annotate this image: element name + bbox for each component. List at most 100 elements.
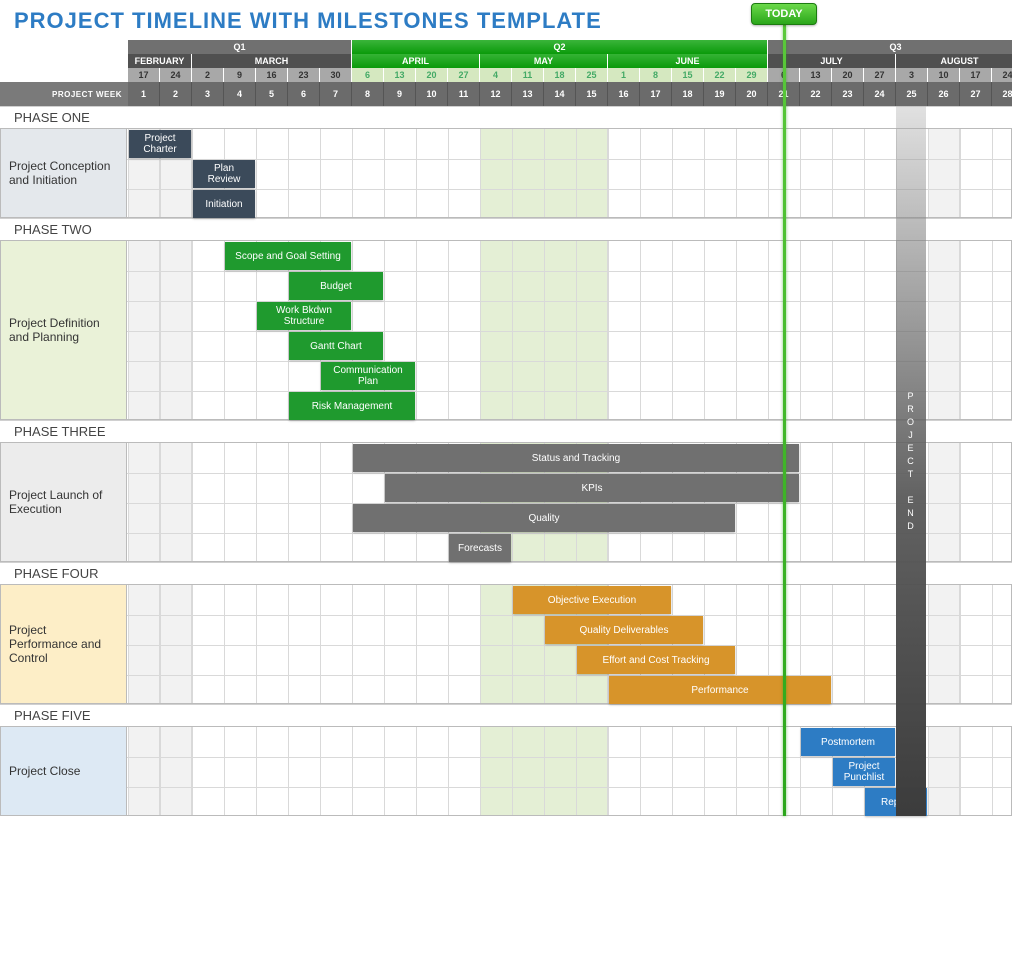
week-cell: 17: [640, 82, 672, 106]
date-cell: 24: [992, 68, 1012, 82]
phase-title: PHASE FOUR: [0, 562, 1012, 584]
date-cell: 25: [576, 68, 608, 82]
task-bar[interactable]: Postmortem: [801, 728, 895, 756]
phase-title: PHASE TWO: [0, 218, 1012, 240]
date-cell: 10: [928, 68, 960, 82]
week-cell: 11: [448, 82, 480, 106]
date-cell: 27: [448, 68, 480, 82]
date-cell: 27: [864, 68, 896, 82]
week-cell: 13: [512, 82, 544, 106]
date-cell: 20: [832, 68, 864, 82]
week-cell: 12: [480, 82, 512, 106]
date-cell: 17: [960, 68, 992, 82]
date-cell: 1: [608, 68, 640, 82]
task-bar[interactable]: Plan Review: [193, 160, 255, 188]
task-bar[interactable]: Performance: [609, 676, 831, 704]
header-quarters: Q1Q2Q3: [0, 40, 1012, 54]
month-cell: JULY: [768, 54, 896, 68]
week-cell: 20: [736, 82, 768, 106]
task-bar[interactable]: Scope and Goal Setting: [225, 242, 351, 270]
date-cell: 9: [224, 68, 256, 82]
quarter-cell: Q2: [352, 40, 768, 54]
task-bar[interactable]: Quality: [353, 504, 735, 532]
quarter-cell: Q3: [768, 40, 1012, 54]
project-week-label: PROJECT WEEK: [0, 82, 128, 106]
date-cell: 3: [896, 68, 928, 82]
week-cell: 26: [928, 82, 960, 106]
task-bar[interactable]: Project Punchlist: [833, 758, 895, 786]
section-label: Project Conception and Initiation: [1, 129, 127, 217]
phase-title: PHASE THREE: [0, 420, 1012, 442]
task-bar[interactable]: Gantt Chart: [289, 332, 383, 360]
task-bar[interactable]: Objective Execution: [513, 586, 671, 614]
task-bar[interactable]: Status and Tracking: [353, 444, 799, 472]
week-cell: 16: [608, 82, 640, 106]
task-bar[interactable]: Initiation: [193, 190, 255, 218]
date-cell: 13: [384, 68, 416, 82]
section-label: Project Close: [1, 727, 127, 815]
phase-section: Project Close PostmortemProject Punchlist…: [0, 726, 1012, 816]
date-cell: 11: [512, 68, 544, 82]
date-cell: 8: [640, 68, 672, 82]
timeline-body: PHASE ONEProject Conception and Initiati…: [0, 106, 1012, 816]
today-line: [783, 25, 786, 816]
date-cell: 15: [672, 68, 704, 82]
section-label: Project Performance and Control: [1, 585, 127, 703]
today-badge: TODAY: [751, 3, 817, 25]
week-cell: 9: [384, 82, 416, 106]
task-bar[interactable]: Forecasts: [449, 534, 511, 562]
week-cell: 19: [704, 82, 736, 106]
phase-section: Project Conception and InitiationProject…: [0, 128, 1012, 218]
week-cell: 22: [800, 82, 832, 106]
date-cell: 6: [352, 68, 384, 82]
project-end-bar: PROJECT END: [896, 106, 926, 816]
header-dates: 1724291623306132027411182518152229613202…: [0, 68, 1012, 82]
task-bar[interactable]: Budget: [289, 272, 383, 300]
date-cell: 30: [320, 68, 352, 82]
task-bar[interactable]: Quality Deliverables: [545, 616, 703, 644]
date-cell: 20: [416, 68, 448, 82]
task-bar[interactable]: Project Charter: [129, 130, 191, 158]
task-bar[interactable]: Effort and Cost Tracking: [577, 646, 735, 674]
date-cell: 24: [160, 68, 192, 82]
quarter-cell: Q1: [128, 40, 352, 54]
header-project-week: PROJECT WEEK 123456789101112131415161718…: [0, 82, 1012, 106]
header-months: FEBRUARYMARCHAPRILMAYJUNEJULYAUGUST: [0, 54, 1012, 68]
month-cell: APRIL: [352, 54, 480, 68]
date-cell: 4: [480, 68, 512, 82]
date-cell: 23: [288, 68, 320, 82]
week-cell: 23: [832, 82, 864, 106]
week-cell: 3: [192, 82, 224, 106]
week-cell: 4: [224, 82, 256, 106]
week-cell: 18: [672, 82, 704, 106]
month-cell: MARCH: [192, 54, 352, 68]
week-cell: 14: [544, 82, 576, 106]
task-bar[interactable]: Work Bkdwn Structure: [257, 302, 351, 330]
month-cell: JUNE: [608, 54, 768, 68]
date-cell: 18: [544, 68, 576, 82]
phase-title: PHASE FIVE: [0, 704, 1012, 726]
week-cell: 15: [576, 82, 608, 106]
date-cell: 29: [736, 68, 768, 82]
week-cell: 25: [896, 82, 928, 106]
week-cell: 7: [320, 82, 352, 106]
task-bar[interactable]: Communication Plan: [321, 362, 415, 390]
week-cell: 2: [160, 82, 192, 106]
month-cell: MAY: [480, 54, 608, 68]
week-cell: 28: [992, 82, 1012, 106]
phase-section: Project Launch of ExecutionStatus and Tr…: [0, 442, 1012, 562]
date-cell: 2: [192, 68, 224, 82]
phase-title: PHASE ONE: [0, 106, 1012, 128]
month-cell: FEBRUARY: [128, 54, 192, 68]
timeline-wrapper: PROJECT TIMELINE WITH MILESTONES TEMPLAT…: [0, 0, 1012, 816]
task-bar[interactable]: Risk Management: [289, 392, 415, 420]
section-label: Project Definition and Planning: [1, 241, 127, 419]
week-cell: 1: [128, 82, 160, 106]
task-bar[interactable]: KPIs: [385, 474, 799, 502]
week-cell: 27: [960, 82, 992, 106]
date-cell: 22: [704, 68, 736, 82]
week-cell: 24: [864, 82, 896, 106]
date-cell: 13: [800, 68, 832, 82]
phase-section: Project Definition and Planning Scope and…: [0, 240, 1012, 420]
week-cell: 6: [288, 82, 320, 106]
